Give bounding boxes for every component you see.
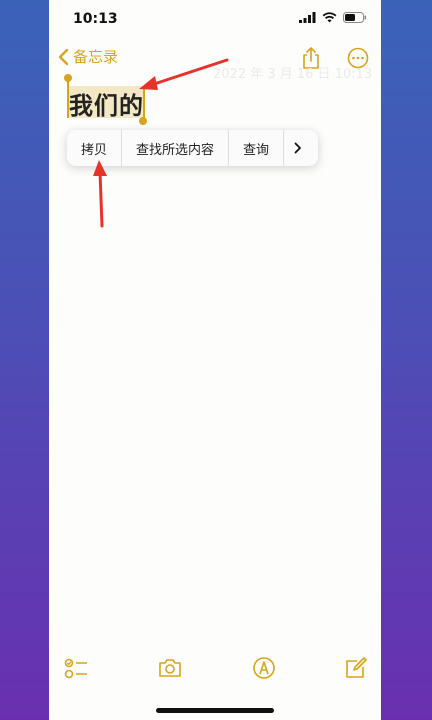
menu-copy[interactable]: 拷贝 — [67, 130, 123, 166]
note-date-ghost: 2022 年 3 月 16 日 10:13 — [213, 67, 373, 82]
home-indicator[interactable] — [156, 708, 274, 713]
markup-pen-icon[interactable] — [251, 655, 277, 681]
battery-icon — [343, 12, 367, 23]
menu-more-button[interactable] — [284, 130, 312, 166]
back-button[interactable]: 备忘录 — [57, 46, 118, 67]
wifi-icon — [322, 12, 337, 23]
camera-icon[interactable] — [157, 655, 183, 681]
selection-end-knob[interactable] — [139, 117, 147, 125]
menu-lookup[interactable]: 查询 — [229, 130, 285, 166]
selection-start-handle[interactable] — [67, 78, 69, 118]
note-title-selection[interactable]: 我们的 — [64, 74, 147, 125]
selection-start-knob[interactable] — [64, 74, 72, 82]
chevron-right-icon — [294, 142, 301, 154]
menu-find-selection[interactable]: 查找所选内容 — [122, 130, 230, 166]
signal-icon — [299, 12, 316, 23]
checklist-icon[interactable] — [63, 655, 89, 681]
note-title[interactable]: 我们的 — [69, 86, 144, 121]
bottom-toolbar — [49, 655, 381, 685]
back-label: 备忘录 — [73, 48, 119, 66]
compose-icon[interactable] — [343, 655, 369, 681]
status-time: 10:13 — [73, 11, 118, 27]
status-icons — [299, 12, 367, 23]
edit-context-menu: 拷贝 查找所选内容 查询 — [67, 130, 318, 166]
status-bar: 10:13 — [49, 0, 381, 40]
chevron-left-icon — [58, 48, 69, 65]
notes-app-screen: 10:13 备忘录 2022 年 3 月 16 日 10:13 我们的 拷贝 查… — [49, 0, 381, 720]
